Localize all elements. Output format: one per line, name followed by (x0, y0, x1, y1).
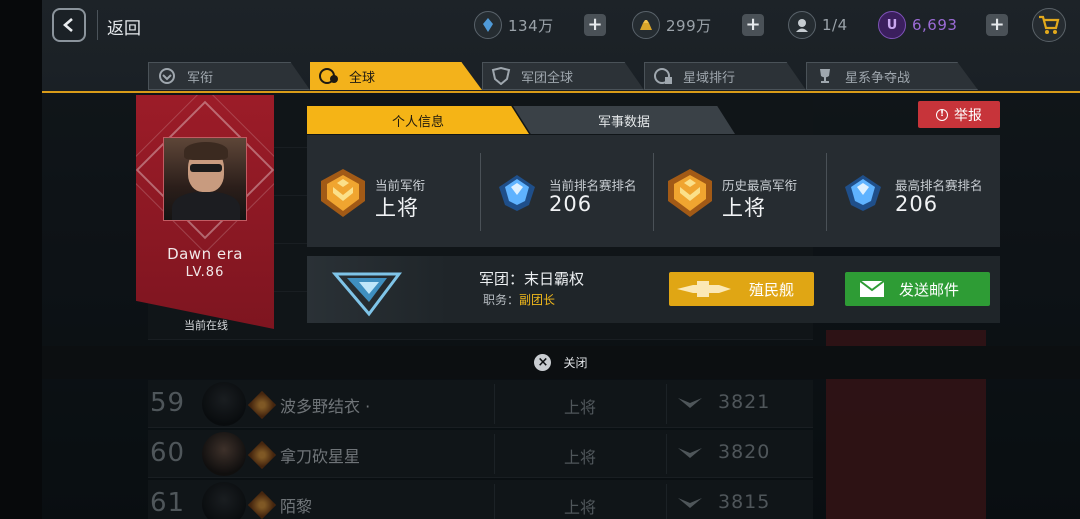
gold-rank-badge-icon (668, 169, 712, 217)
tab-rank-label: 军衔 (187, 70, 214, 86)
send-mail-label: 发送邮件 (899, 280, 960, 299)
trophy-icon (815, 66, 835, 86)
chevron-left-icon (63, 18, 73, 32)
colony-ship-button[interactable]: 殖民舰 (669, 272, 814, 306)
tab-military-data[interactable]: 军事数据 (513, 106, 735, 134)
rank-icon (157, 66, 177, 86)
report-button[interactable]: ! 举报 (918, 101, 1000, 128)
crystal-value: 134万 (508, 16, 554, 35)
add-u-coin-button[interactable]: + (986, 14, 1008, 36)
tab-galaxy-battle-label: 星系争夺战 (845, 70, 911, 86)
gold-rank-badge-icon (321, 169, 365, 217)
gold-value: 299万 (666, 16, 712, 35)
galaxy-icon (653, 66, 673, 86)
close-label[interactable]: 关闭 (563, 354, 587, 371)
info-tabs: 军事数据 个人信息 (307, 106, 737, 134)
tab-galaxy-battle[interactable]: 星系争夺战 (806, 62, 978, 90)
send-mail-button[interactable]: 发送邮件 (845, 272, 990, 306)
avatar-hair (184, 142, 228, 160)
crystal-icon (474, 11, 502, 39)
globe-icon (319, 66, 339, 86)
blue-crystal-badge-icon (499, 175, 535, 211)
tab-galaxy-rank[interactable]: 星域排行 (644, 62, 806, 90)
back-label[interactable]: 返回 (107, 14, 141, 39)
stat-current-rank: 当前军衔 上将 (307, 135, 480, 247)
stats-panel: 当前军衔 上将 当前排名赛排名 206 历史最高军衔 上将 最高排名赛排名 20… (307, 135, 1000, 247)
stat-value: 上将 (375, 196, 419, 220)
stat-current-ranking: 当前排名赛排名 206 (481, 135, 654, 247)
tab-global-label: 全球 (349, 70, 376, 86)
report-label: 举报 (954, 107, 982, 124)
spaceship-icon (677, 281, 731, 297)
resource-u-coin: U 6,693 (878, 10, 957, 40)
tab-rank[interactable]: 军衔 (148, 62, 310, 90)
legion-name: 军团：末日霸权 (479, 270, 585, 288)
blue-crystal-badge-icon (845, 175, 881, 211)
shopping-cart-icon[interactable] (1032, 8, 1066, 42)
add-crystal-button[interactable]: + (584, 14, 606, 36)
legion-emblem-icon (331, 272, 402, 317)
tab-global[interactable]: 全球 (310, 62, 482, 90)
legion-logo (307, 256, 447, 323)
add-gold-button[interactable]: + (742, 14, 764, 36)
legion-row: 军团：末日霸权 职务：副团长 殖民舰 发送邮件 (307, 256, 1000, 323)
gold-bar-icon (632, 11, 660, 39)
divider (97, 10, 98, 40)
legion-role: 副团长 (519, 293, 556, 307)
close-icon[interactable]: × (534, 354, 552, 371)
back-button[interactable] (52, 8, 86, 42)
stat-value: 206 (895, 192, 939, 216)
legion-icon (491, 66, 511, 86)
close-bar[interactable]: × 关闭 (42, 346, 1080, 379)
commander-value: 1/4 (822, 16, 848, 34)
online-status: 当前在线 (184, 319, 228, 332)
commander-icon (788, 11, 816, 39)
resource-crystal: 134万 (474, 10, 554, 40)
tab-legion-global-label: 军团全球 (521, 70, 574, 86)
avatar-glasses (190, 164, 222, 172)
alert-icon: ! (936, 108, 948, 121)
player-level: LV.86 (185, 265, 225, 280)
stat-value: 上将 (722, 196, 766, 220)
tab-personal-info[interactable]: 个人信息 (307, 106, 529, 134)
avatar (163, 137, 247, 221)
legion-role-row: 职务：副团长 (483, 291, 555, 308)
top-bar: 返回 134万 + 299万 + 1/4 U 6,693 + (42, 0, 1080, 52)
envelope-icon (859, 280, 885, 297)
leaderboard-tabs: 军衔 全球 军团全球 星域排行 星系争夺战 (148, 62, 978, 90)
u-coin-icon: U (878, 11, 906, 39)
player-card: Dawn era LV.86 (136, 95, 274, 329)
tab-legion-global[interactable]: 军团全球 (482, 62, 644, 90)
colony-ship-label: 殖民舰 (749, 280, 795, 299)
avatar-body (172, 192, 240, 220)
stat-highest-ranking: 最高排名赛排名 206 (827, 135, 1000, 247)
resource-gold: 299万 (632, 10, 712, 40)
u-coin-value: 6,693 (912, 16, 958, 34)
stat-value: 206 (549, 192, 593, 216)
legion-role-label: 职务： (483, 293, 520, 307)
stat-highest-rank: 历史最高军衔 上将 (654, 135, 827, 247)
tab-galaxy-rank-label: 星域排行 (683, 70, 736, 86)
resource-commander: 1/4 (788, 10, 848, 40)
player-name: Dawn era (167, 245, 243, 263)
